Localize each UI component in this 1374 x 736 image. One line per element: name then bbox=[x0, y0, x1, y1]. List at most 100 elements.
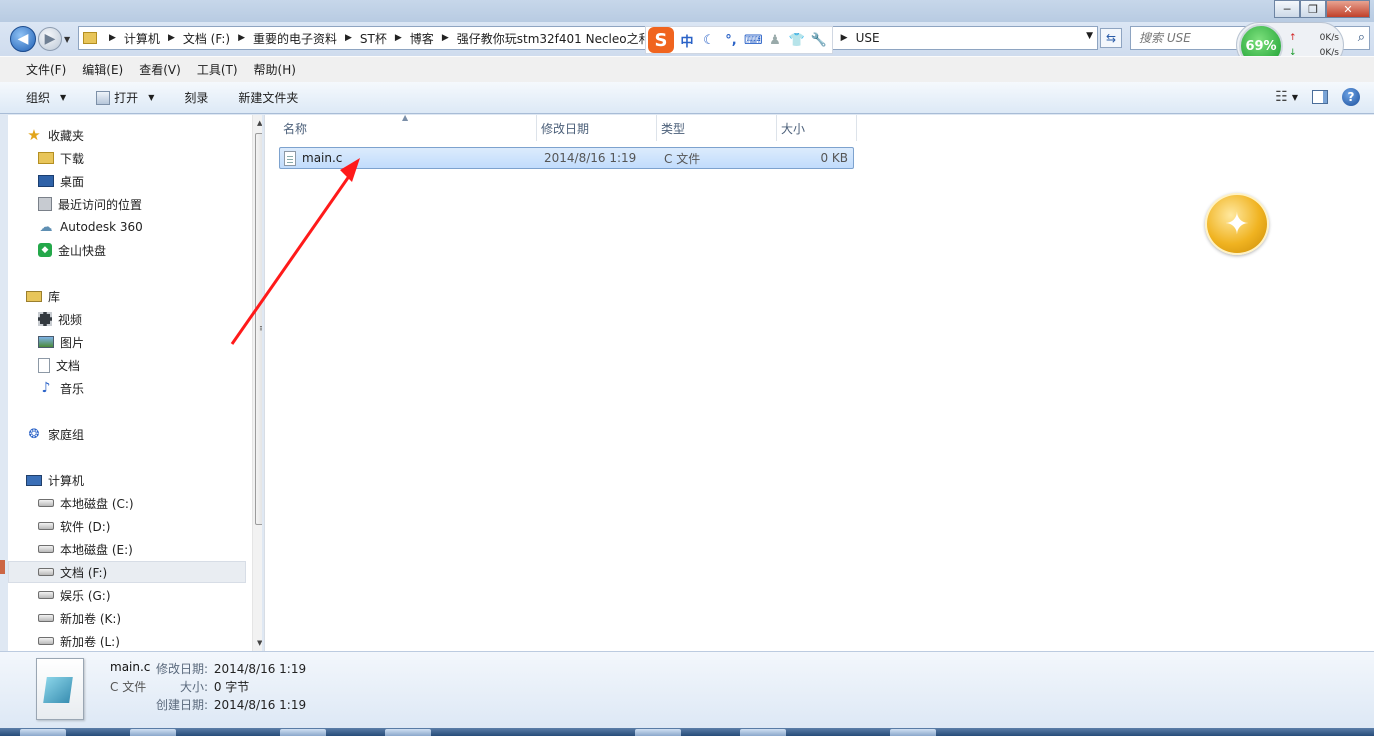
recent-pages-dropdown[interactable]: ▼ bbox=[64, 35, 70, 44]
details-size: 大小: 0 字节 bbox=[150, 678, 249, 695]
menu-bar: 文件(F) 编辑(E) 查看(V) 工具(T) 帮助(H) bbox=[0, 56, 1374, 82]
menu-file[interactable]: 文件(F) bbox=[26, 61, 66, 78]
taskbar-button[interactable] bbox=[635, 729, 681, 736]
nav-documents[interactable]: 文档 bbox=[8, 354, 246, 376]
address-dropdown[interactable]: ▼ bbox=[1086, 31, 1093, 41]
column-size[interactable]: 大小 bbox=[777, 115, 857, 141]
back-button[interactable]: ◀ bbox=[10, 26, 36, 52]
user-icon[interactable]: ♟ bbox=[766, 33, 784, 48]
chevron-right-icon[interactable]: ▶ bbox=[345, 33, 352, 43]
scroll-down-icon[interactable]: ▼ bbox=[257, 639, 262, 647]
drive-icon bbox=[38, 522, 54, 530]
taskbar-button[interactable] bbox=[280, 729, 326, 736]
nav-favorites[interactable]: ★ 收藏夹 bbox=[8, 124, 246, 146]
preview-pane-icon[interactable] bbox=[1312, 90, 1328, 104]
nav-kuaipan[interactable]: ◆ 金山快盘 bbox=[8, 239, 246, 261]
organize-label: 组织 bbox=[26, 91, 51, 105]
column-name[interactable]: 名称 bbox=[279, 115, 537, 141]
nav-music[interactable]: ♪ 音乐 bbox=[8, 377, 246, 399]
nav-drive-e[interactable]: 本地磁盘 (E:) bbox=[8, 538, 246, 560]
scroll-up-icon[interactable]: ▲ bbox=[257, 119, 262, 127]
change-view-icon[interactable]: ☷ bbox=[1275, 89, 1288, 105]
nav-drive-c[interactable]: 本地磁盘 (C:) bbox=[8, 492, 246, 514]
computer-icon bbox=[26, 474, 42, 486]
nav-drive-g[interactable]: 娱乐 (G:) bbox=[8, 584, 246, 606]
system-drive-icon bbox=[38, 499, 54, 507]
scroll-thumb[interactable]: ≡ bbox=[255, 133, 262, 525]
skin-icon[interactable]: 👕 bbox=[788, 33, 806, 48]
nav-autodesk[interactable]: ☁ Autodesk 360 bbox=[8, 216, 246, 238]
taskbar-button[interactable] bbox=[20, 729, 66, 736]
nav-video[interactable]: 视频 bbox=[8, 308, 246, 330]
menu-help[interactable]: 帮助(H) bbox=[254, 61, 296, 78]
maximize-button[interactable]: ❐ bbox=[1300, 0, 1326, 18]
forward-button[interactable]: ▶ bbox=[38, 27, 62, 51]
chevron-right-icon[interactable]: ▶ bbox=[841, 33, 848, 43]
minimize-button[interactable]: ─ bbox=[1274, 0, 1300, 18]
gold-coin-icon[interactable]: ✦ bbox=[1205, 193, 1269, 255]
nav-drive-l[interactable]: 新加卷 (L:) bbox=[8, 630, 246, 651]
taskbar-button[interactable] bbox=[890, 729, 936, 736]
wrench-icon[interactable]: 🔧 bbox=[810, 33, 828, 48]
organize-button[interactable]: 组织 ▼ bbox=[26, 89, 66, 106]
chevron-right-icon[interactable]: ▶ bbox=[238, 33, 245, 43]
nav-computer[interactable]: 计算机 bbox=[8, 469, 246, 491]
new-folder-button[interactable]: 新建文件夹 bbox=[238, 89, 298, 106]
breadcrumb-use[interactable]: USE bbox=[856, 31, 880, 45]
breadcrumb-blog[interactable]: 博客 bbox=[410, 30, 434, 47]
moon-icon[interactable]: ☾ bbox=[700, 33, 718, 48]
breadcrumb-important-docs[interactable]: 重要的电子资料 bbox=[253, 30, 337, 47]
kuaipan-icon: ◆ bbox=[38, 243, 52, 257]
file-row[interactable]: main.c 2014/8/16 1:19 C 文件 0 KB bbox=[279, 147, 854, 169]
nav-download[interactable]: 下载 bbox=[8, 147, 246, 169]
menu-edit[interactable]: 编辑(E) bbox=[82, 61, 123, 78]
chevron-right-icon[interactable]: ▶ bbox=[109, 33, 116, 43]
nav-label: 文档 bbox=[56, 358, 81, 373]
nav-homegroup[interactable]: ❂ 家庭组 bbox=[8, 423, 246, 445]
nav-label: 本地磁盘 (E:) bbox=[60, 542, 133, 557]
view-options-dropdown[interactable]: ▼ bbox=[1292, 93, 1298, 102]
taskbar-button[interactable] bbox=[740, 729, 786, 736]
ime-chinese-mode[interactable]: 中 bbox=[678, 31, 696, 50]
column-modified[interactable]: 修改日期 bbox=[537, 115, 657, 141]
taskbar-button[interactable] bbox=[385, 729, 431, 736]
nav-pictures[interactable]: 图片 bbox=[8, 331, 246, 353]
nav-desktop[interactable]: 桌面 bbox=[8, 170, 246, 192]
nav-drive-d[interactable]: 软件 (D:) bbox=[8, 515, 246, 537]
nav-drive-f[interactable]: 文档 (F:) bbox=[8, 561, 246, 583]
search-icon[interactable]: ⌕ bbox=[1358, 30, 1365, 45]
breadcrumb-drive-f[interactable]: 文档 (F:) bbox=[183, 30, 230, 47]
nav-label: 计算机 bbox=[48, 473, 85, 488]
nav-library[interactable]: 库 bbox=[8, 285, 246, 307]
keyboard-icon[interactable]: ⌨ bbox=[744, 33, 763, 48]
breadcrumb-st-cup[interactable]: ST杯 bbox=[360, 30, 387, 47]
window-controls: ─ ❐ ✕ bbox=[1274, 0, 1370, 18]
help-icon[interactable]: ? bbox=[1342, 88, 1360, 106]
menu-tools[interactable]: 工具(T) bbox=[197, 61, 238, 78]
breadcrumb-stm32[interactable]: 强仔教你玩stm32f401 Necleo之和 bbox=[457, 30, 651, 47]
breadcrumb-computer[interactable]: 计算机 bbox=[124, 30, 160, 47]
taskbar-button[interactable] bbox=[130, 729, 176, 736]
chevron-right-icon[interactable]: ▶ bbox=[168, 33, 175, 43]
nav-recent[interactable]: 最近访问的位置 bbox=[8, 193, 246, 215]
column-type[interactable]: 类型 bbox=[657, 115, 777, 141]
punctuation-icon[interactable]: °, bbox=[722, 33, 740, 48]
open-button[interactable]: 打开 ▼ bbox=[96, 89, 154, 106]
details-label: 大小: bbox=[179, 680, 208, 694]
address-bar[interactable]: ▶ 计算机 ▶ 文档 (F:) ▶ 重要的电子资料 ▶ ST杯 ▶ 博客 ▶ 强… bbox=[78, 26, 1098, 50]
burn-button[interactable]: 刻录 bbox=[184, 89, 208, 106]
refresh-button[interactable]: ⇆ bbox=[1100, 28, 1122, 48]
open-label: 打开 bbox=[114, 91, 139, 105]
toolbar-right: ☷ ▼ ? bbox=[1275, 88, 1360, 106]
command-bar: 组织 ▼ 打开 ▼ 刻录 新建文件夹 ☷ ▼ ? bbox=[0, 82, 1374, 114]
nav-scrollbar[interactable]: ▲ ≡ ▼ bbox=[252, 115, 262, 651]
drive-icon bbox=[38, 637, 54, 645]
close-button[interactable]: ✕ bbox=[1326, 0, 1370, 18]
chevron-right-icon[interactable]: ▶ bbox=[442, 33, 449, 43]
nav-drive-k[interactable]: 新加卷 (K:) bbox=[8, 607, 246, 629]
nav-label: 娱乐 (G:) bbox=[60, 588, 111, 603]
chevron-right-icon[interactable]: ▶ bbox=[395, 33, 402, 43]
nav-label: 收藏夹 bbox=[48, 128, 85, 143]
sogou-logo-icon[interactable]: S bbox=[648, 27, 674, 53]
menu-view[interactable]: 查看(V) bbox=[139, 61, 181, 78]
